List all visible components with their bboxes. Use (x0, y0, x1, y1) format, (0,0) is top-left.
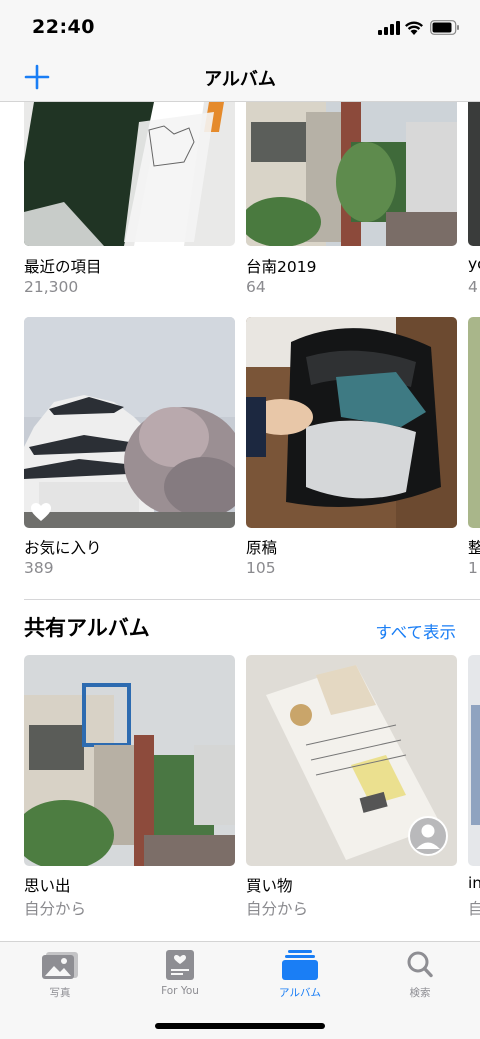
search-icon (407, 951, 433, 978)
shared-album-owner: 自分から (246, 900, 309, 918)
see-all-link[interactable]: すべて表示 (375, 619, 456, 643)
tab-for-you[interactable]: For You (120, 942, 240, 1002)
shared-album-owner: 自分から (24, 900, 87, 918)
battery-icon (430, 20, 459, 35)
album-thumb-favorites[interactable] (24, 317, 235, 528)
shared-album-label: in (468, 874, 480, 892)
album-count: 105 (246, 559, 276, 577)
shared-album-thumb-3[interactable] (468, 655, 480, 866)
shared-album-thumb-memories[interactable] (24, 655, 235, 866)
tab-label: 検索 (409, 987, 431, 999)
home-indicator[interactable] (155, 1023, 325, 1029)
favorite-heart-icon (31, 503, 51, 521)
section-divider (24, 599, 480, 600)
page-title: アルバム (204, 69, 276, 90)
albums-icon (282, 950, 318, 980)
shared-person-icon (408, 816, 448, 856)
shared-album-label: 思い出 (24, 877, 71, 895)
album-count: 21,300 (24, 278, 79, 296)
tab-albums[interactable]: アルバム (240, 942, 360, 1002)
photos-icon (42, 952, 78, 979)
album-label: お気に入り (24, 539, 102, 557)
tab-label: アルバム (279, 987, 321, 999)
album-label: 台南2019 (246, 258, 317, 276)
status-time: 22:40 (32, 16, 95, 38)
status-bar: 22:40 (0, 0, 480, 56)
tab-label: 写真 (49, 987, 71, 999)
album-count: 4 (468, 278, 478, 296)
for-you-icon (166, 950, 194, 980)
section-title: 共有アルバム (24, 616, 150, 640)
album-label: 最近の項目 (24, 258, 102, 276)
album-thumb-organize[interactable] (468, 317, 480, 528)
shared-album-owner: 自 (468, 900, 480, 918)
album-count: 64 (246, 278, 266, 296)
album-thumb-yo[interactable] (468, 102, 480, 246)
wifi-icon (405, 21, 423, 35)
tab-photos[interactable]: 写真 (0, 942, 120, 1002)
album-count: 1 (468, 559, 478, 577)
album-thumb-tainan[interactable] (246, 102, 457, 246)
album-label: 原稿 (246, 539, 278, 557)
tab-label: For You (161, 985, 199, 997)
tab-search[interactable]: 検索 (360, 942, 480, 1002)
cellular-signal-icon (378, 21, 400, 35)
shared-album-label: 買い物 (246, 877, 293, 895)
album-thumb-recents[interactable] (24, 102, 235, 246)
album-label: yo (468, 255, 480, 273)
album-label: 整 (468, 539, 480, 557)
album-count: 389 (24, 559, 54, 577)
album-thumb-manuscripts[interactable] (246, 317, 457, 528)
navigation-bar: アルバム (0, 56, 480, 102)
